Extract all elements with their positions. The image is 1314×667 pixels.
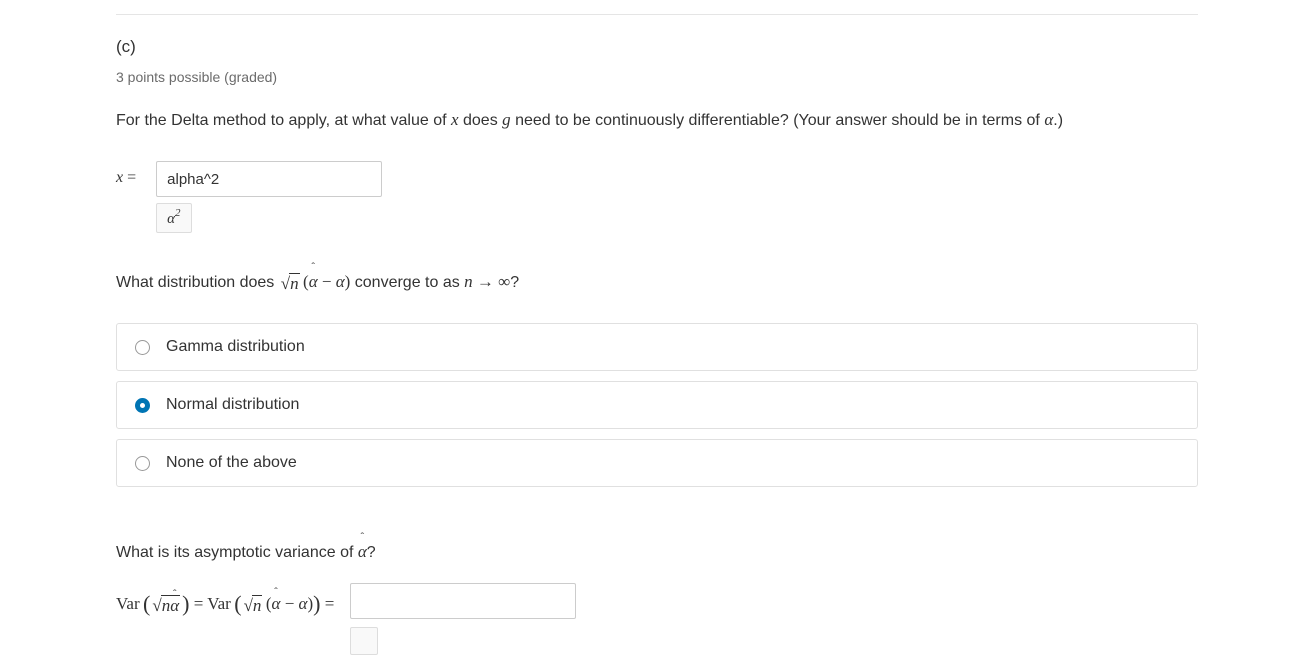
q2-option-label: None of the above [166,454,297,472]
q2-option-label: Gamma distribution [166,338,305,356]
q3-preview-chip [350,627,378,655]
q1-answer-input[interactable] [156,161,382,197]
q2-options: Gamma distribution Normal distribution N… [116,323,1198,487]
q3-answer-label: Var (√nˆα) = Var (√n (ˆα − α)) = [116,583,334,616]
math-var-alpha: α [1044,110,1053,129]
radio-icon [135,456,150,471]
q1-answer-label: x = [116,161,136,187]
q3-prompt: What is its asymptotic variance of ˆα? [116,539,1198,565]
part-heading: (c) [116,37,1198,57]
q2-option-normal[interactable]: Normal distribution [116,381,1198,429]
q2-option-label: Normal distribution [166,396,299,414]
q2-prompt: What distribution does √n (ˆα − α) conve… [116,269,1198,295]
q3-answer-input[interactable] [350,583,576,619]
points-possible-label: 3 points possible (graded) [116,69,1198,85]
radio-icon [135,398,150,413]
q2-option-gamma[interactable]: Gamma distribution [116,323,1198,371]
q1-answer-row: x = α2 [116,161,1198,233]
radio-icon [135,340,150,355]
q2-option-none[interactable]: None of the above [116,439,1198,487]
math-var-g: g [502,110,511,129]
math-var-x: x [451,110,459,129]
q3-answer-row: Var (√nˆα) = Var (√n (ˆα − α)) = [116,583,1198,655]
q1-preview-chip: α2 [156,203,191,233]
section-divider [116,14,1198,15]
q1-prompt: For the Delta method to apply, at what v… [116,107,1198,133]
